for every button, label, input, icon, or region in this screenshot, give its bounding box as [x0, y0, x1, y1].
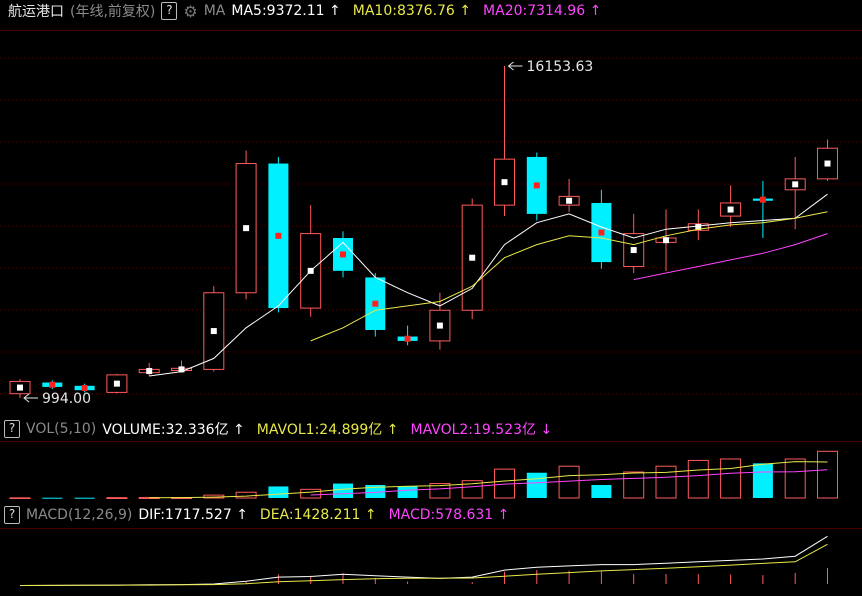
up-arrow-icon: ↑	[497, 507, 510, 523]
volume-bar-up	[9, 497, 31, 499]
candle-marker	[146, 368, 153, 375]
volume-header: ? VOL(5,10) VOLUME:32.336亿 ↑ MAVOL1:24.8…	[4, 418, 564, 440]
candle-marker	[275, 232, 282, 239]
stock-chart-window: 航运港口 (年线,前复权) ? ⚙ MA MA5:9372.11 ↑ MA10:…	[0, 0, 862, 596]
vol-help-button[interactable]: ?	[4, 420, 20, 438]
volume-bar-up	[106, 497, 128, 499]
candle-marker	[792, 181, 799, 188]
volume-bar-down	[526, 472, 547, 498]
price-chart: 16153.63 994.00	[0, 30, 862, 407]
volume-bar-down	[74, 497, 95, 499]
volume-bar-up	[655, 465, 677, 499]
volume-bar-up	[720, 458, 742, 499]
candle-marker	[113, 380, 120, 387]
main-header: 航运港口 (年线,前复权) ? ⚙ MA MA5:9372.11 ↑ MA10:…	[8, 0, 613, 22]
dea-line	[19, 543, 828, 586]
volume-bar-up	[235, 491, 257, 499]
volume-bar-up	[784, 458, 806, 499]
candle-marker	[49, 381, 56, 388]
candle-marker	[210, 328, 217, 335]
dea-value: DEA:1428.211 ↑	[259, 507, 377, 523]
candle-marker	[630, 247, 637, 254]
down-arrow-icon: ↓	[540, 422, 553, 438]
candle-marker	[824, 160, 831, 167]
max-price-label: 16153.63	[527, 59, 594, 75]
candle-marker	[533, 182, 540, 189]
up-arrow-icon: ↑	[589, 3, 602, 19]
volume-bar-up	[623, 471, 645, 499]
ma10-line	[310, 211, 828, 342]
up-arrow-icon: ↑	[236, 507, 248, 523]
volume-bar-up	[558, 465, 580, 499]
macd-chart	[0, 528, 862, 586]
stock-name: 航运港口	[8, 4, 64, 20]
up-arrow-icon: ↑	[364, 507, 377, 523]
candle-marker	[372, 300, 379, 307]
volume-bar-down	[268, 486, 289, 498]
candle-marker	[469, 254, 476, 261]
volume-bar-down	[591, 485, 612, 498]
volume-bar-up	[817, 450, 838, 499]
up-arrow-icon: ↑	[459, 3, 472, 19]
macd-label: MACD(12,26,9)	[26, 507, 133, 523]
mavol1-value: MAVOL1:24.899亿 ↑	[256, 422, 399, 438]
mavol2-value: MAVOL2:19.523亿 ↓	[410, 422, 553, 438]
candle-marker	[663, 237, 669, 244]
up-arrow-icon: ↑	[386, 422, 399, 438]
ma5-value: MA5:9372.11 ↑	[231, 3, 341, 19]
macd-header: ? MACD(12,26,9) DIF:1717.527 ↑ DEA:1428.…	[4, 504, 521, 526]
candle-marker	[340, 251, 346, 258]
macd-help-button[interactable]: ?	[4, 506, 20, 524]
candle-marker	[243, 225, 250, 232]
gear-icon[interactable]: ⚙	[183, 2, 197, 21]
volume-chart	[0, 441, 862, 499]
candle-marker	[501, 179, 508, 186]
volume-value: VOLUME:32.336亿 ↑	[102, 422, 245, 438]
vol-label: VOL(5,10)	[26, 421, 97, 437]
ma-label: MA	[203, 3, 226, 19]
candle-marker	[17, 384, 23, 391]
volume-bar-down	[42, 497, 63, 499]
ma20-value: MA20:7314.96 ↑	[483, 3, 602, 19]
ma10-value: MA10:8376.76 ↑	[352, 3, 472, 19]
volume-bar-up	[300, 488, 322, 499]
candle-marker	[759, 196, 766, 203]
max-pointer-arrow	[507, 61, 523, 71]
dif-value: DIF:1717.527 ↑	[138, 507, 248, 523]
volume-bar-down	[333, 483, 353, 498]
up-arrow-icon: ↑	[329, 3, 341, 19]
candle-marker	[436, 322, 443, 329]
min-pointer-arrow	[23, 393, 38, 403]
candle-marker	[727, 206, 734, 213]
volume-bar-down	[397, 486, 418, 498]
candle-marker	[598, 229, 605, 236]
macd-value: MACD:578.631 ↑	[388, 507, 510, 523]
volume-bar-up	[687, 459, 709, 499]
period-label: (年线,前复权)	[70, 4, 156, 20]
help-button[interactable]: ?	[161, 2, 178, 20]
volume-bar-down	[752, 463, 773, 498]
candle-marker	[404, 335, 411, 342]
min-price-label: 994.00	[42, 391, 91, 407]
up-arrow-icon: ↑	[233, 422, 245, 438]
candle-marker	[566, 197, 573, 204]
